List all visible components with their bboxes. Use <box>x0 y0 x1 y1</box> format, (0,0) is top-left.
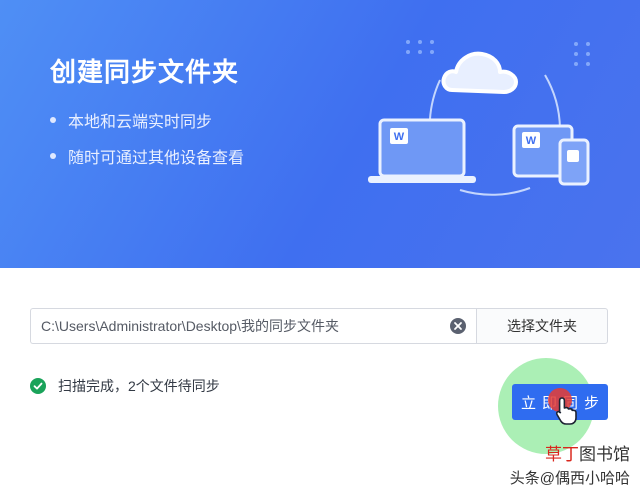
folder-path-input[interactable] <box>41 309 441 343</box>
page-title: 创建同步文件夹 <box>50 57 240 87</box>
cloud-icon <box>441 51 518 94</box>
watermark-red-text: 草丁 <box>545 445 579 464</box>
bullet-dot-icon <box>50 153 56 159</box>
file-badge: W <box>394 131 405 143</box>
hand-cursor-icon <box>555 397 577 425</box>
hero-banner: 创建同步文件夹 本地和云端实时同步 随时可通过其他设备查看 W W <box>0 0 640 268</box>
watermark: 草丁图书馆 头条@偶西小哈哈 <box>510 440 630 488</box>
folder-path-field <box>30 308 476 344</box>
feature-text: 本地和云端实时同步 <box>68 114 213 131</box>
feature-item: 本地和云端实时同步 <box>50 108 212 132</box>
scan-status: 扫描完成，2个文件待同步 <box>30 376 220 396</box>
file-badge: W <box>526 135 537 147</box>
laptop-icon: W <box>368 118 476 183</box>
bullet-dot-icon <box>50 117 56 123</box>
check-circle-icon <box>30 378 46 394</box>
clear-icon[interactable] <box>449 317 467 335</box>
phone-icon <box>558 138 590 186</box>
scan-status-text: 扫描完成，2个文件待同步 <box>58 378 220 394</box>
feature-item: 随时可通过其他设备查看 <box>50 144 244 168</box>
watermark-line2: 头条@偶西小哈哈 <box>509 470 630 487</box>
watermark-black-text: 图书馆 <box>579 445 630 464</box>
choose-folder-button[interactable]: 选择文件夹 <box>476 308 608 344</box>
sync-illustration: W W <box>368 40 590 196</box>
watermark-line1: 草丁图书馆 <box>510 440 630 465</box>
feature-text: 随时可通过其他设备查看 <box>68 150 245 167</box>
